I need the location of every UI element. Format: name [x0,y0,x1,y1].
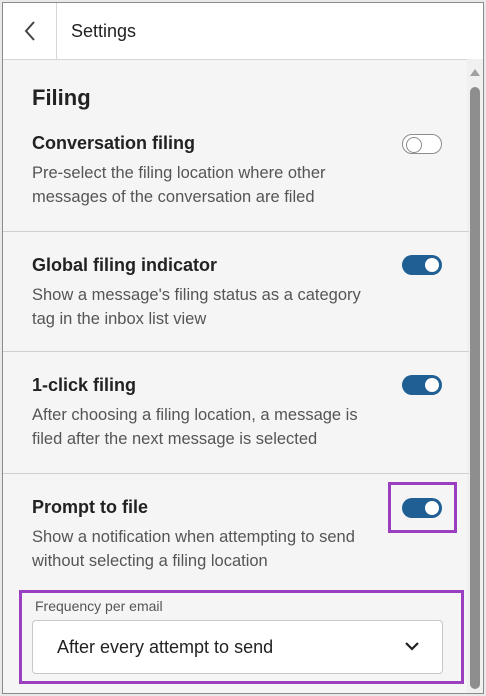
toggle-knob [425,258,439,272]
page-title: Settings [71,21,137,41]
global-filing-indicator-toggle[interactable] [402,255,442,275]
frequency-label: Frequency per email [35,598,163,614]
scrollbar[interactable] [467,59,483,693]
conversation-filing-title: Conversation filing [32,133,196,153]
back-button[interactable] [3,3,57,59]
toggle-highlight-box [388,482,457,533]
settings-panel: Settings Filing Conversation filing Pre-… [2,2,484,694]
divider [3,473,469,474]
header: Settings [3,3,483,60]
conversation-filing-toggle[interactable] [402,134,442,154]
section-title: Filing [32,85,91,110]
global-filing-indicator-title: Global filing indicator [32,255,218,275]
prompt-to-file-description: Show a notification when attempting to s… [32,528,355,570]
frequency-dropdown[interactable]: After every attempt to send [32,620,443,674]
one-click-filing-description: After choosing a filing location, a mess… [32,406,358,448]
divider [3,231,469,232]
scroll-up-arrow-icon[interactable] [470,69,480,76]
divider [3,351,469,352]
chevron-left-icon [24,21,35,41]
chevron-down-icon [405,642,419,651]
conversation-filing-description: Pre-select the filing location where oth… [32,164,326,206]
frequency-selected-value: After every attempt to send [57,637,274,657]
scroll-thumb[interactable] [470,87,480,689]
toggle-knob [425,378,439,392]
toggle-knob [406,137,422,153]
one-click-filing-title: 1-click filing [32,375,137,395]
prompt-to-file-title: Prompt to file [32,497,148,517]
global-filing-indicator-description: Show a message's filing status as a cate… [32,286,361,328]
one-click-filing-toggle[interactable] [402,375,442,395]
